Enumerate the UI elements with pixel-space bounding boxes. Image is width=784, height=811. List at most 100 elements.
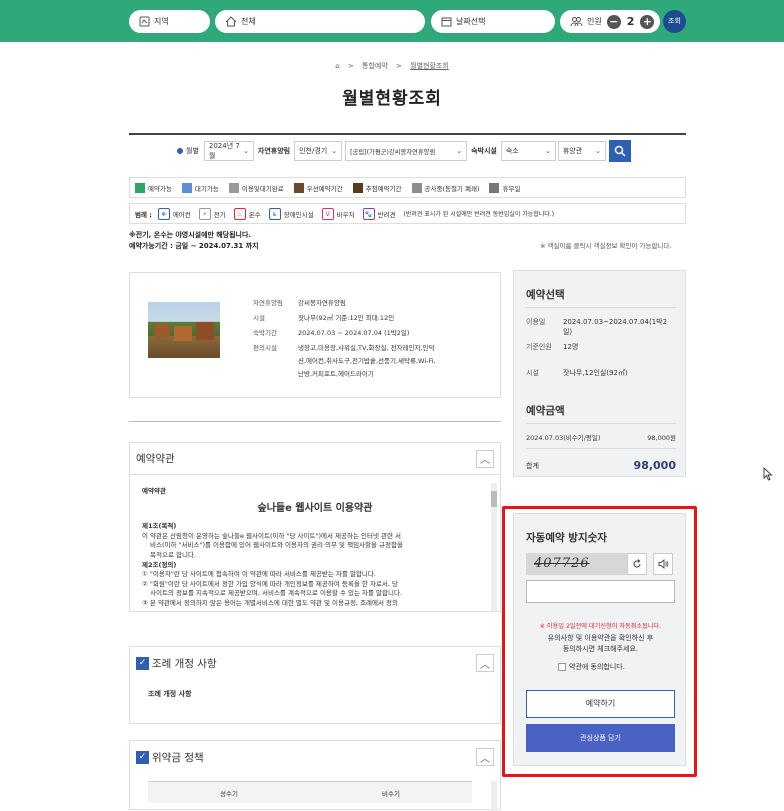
info-row: 자연휴양림 강씨봉자연휴양림 [253, 297, 503, 311]
subtype-select[interactable]: 휴양관 ⌄ [557, 141, 606, 161]
hot-water-icon: ♨ [233, 207, 246, 220]
summary-value: 잣나무,12인실(92㎡) [563, 369, 628, 377]
penalty-header[interactable]: ✓ 위약금 정책 ︿ [130, 741, 500, 773]
legend-item: 🐾 반려견 [362, 207, 396, 220]
summary-key: 기준인원 [526, 343, 552, 351]
forest-selector[interactable]: 전체 [215, 10, 425, 33]
minus-button[interactable]: − [606, 14, 621, 29]
info-value: 2024.07.03 ~ 2024.07.04 (1박2일) [298, 329, 410, 337]
month-select[interactable]: 2024년 7월 ⌄ [203, 141, 254, 161]
penalty-title: 위약금 정책 [152, 751, 204, 764]
info-key: 자연휴양림 [253, 299, 283, 307]
summary-key: 시설 [526, 369, 539, 377]
legend-title: 범례 : [135, 210, 152, 219]
date-selector[interactable]: 날짜선택 [431, 10, 555, 33]
divider [526, 448, 676, 449]
summary-row: 이용일 2024.07.03~2024.07.04(1박2일) [526, 317, 676, 337]
terms-line: ② "회원"이란 당 사이트에서 정한 가입 양식에 따라 개인정보를 제공하여… [142, 579, 399, 588]
pet-icon: 🐾 [362, 207, 375, 220]
status-swatch-icon [181, 182, 192, 193]
table-header-cell: 성수기 [220, 789, 238, 798]
summary-row: 기준인원 12명 [526, 342, 676, 352]
status-swatch-icon [135, 182, 145, 193]
legend-item: 예약가능 [135, 182, 172, 193]
legend-item: ⚡ 전기 [198, 207, 226, 220]
breadcrumb-item[interactable]: 통합예약 [362, 62, 388, 70]
home-icon[interactable]: ⌂ [335, 62, 339, 70]
legend-item: 대기가능 [181, 182, 219, 193]
monthly-radio[interactable]: 월별 [177, 146, 199, 156]
table-header-cell: 비수기 [382, 789, 400, 798]
summary-value: 2024.07.03~2024.07.04(1박2일) [562, 318, 668, 336]
chevron-up-icon[interactable]: ︿ [476, 748, 494, 766]
status-swatch-icon [293, 182, 304, 193]
type-select[interactable]: 숙소 ⌄ [500, 141, 556, 161]
terms-line: 이 약관은 산림청이 운영하는 숲나들e 웹사이트(이하 "당 사이트")에서 … [142, 531, 402, 540]
terms-header[interactable]: 예약약관 ︿ [130, 443, 500, 475]
divider [526, 423, 676, 424]
facility-photo [148, 302, 220, 358]
query-button[interactable]: 조회 [663, 10, 686, 33]
status-swatch-icon [411, 182, 422, 193]
aircon-icon: ❄ [157, 207, 170, 220]
checkbox-checked-icon[interactable]: ✓ [136, 750, 149, 764]
region-selector[interactable]: 지역 [129, 10, 210, 33]
legend-label: 대기가능 [194, 184, 219, 193]
scrollbar[interactable] [491, 483, 497, 611]
divider [129, 421, 501, 422]
breadcrumb-item[interactable]: 월별현황조회 [410, 62, 449, 70]
amount-title: 예약금액 [526, 405, 565, 417]
chevron-down-icon: ⌄ [331, 147, 338, 155]
legend-label: 공사중(동절기 폐쇄) [424, 184, 480, 193]
divider [129, 133, 686, 135]
terms-title: 예약약관 [136, 453, 175, 465]
info-row: 편의시설 냉장고,미용장,샤워실,TV,화장실, 전자레인지,인덕션,에어컨,취사… [253, 342, 503, 381]
total-row: 합계 98,000 [526, 459, 676, 472]
checkbox-checked-icon[interactable]: ✓ [136, 656, 149, 670]
booking-title: 예약선택 [526, 289, 565, 301]
legend-item: ❄ 에어컨 [157, 207, 191, 220]
chevron-up-icon[interactable]: ︿ [476, 654, 494, 672]
monthly-label: 월별 [186, 147, 199, 155]
legend-item: ♿ 장애인시설 [268, 207, 314, 220]
plus-button[interactable]: + [640, 14, 655, 29]
filter-row: 월별 2024년 7월 ⌄ 자연휴양림 인천/경기 ⌄ [공립](가평군)강씨봉자연… [129, 139, 686, 163]
terms-content: 예약약관 숲나들e 웹사이트 이용약관 제1조(목적) 이 약관은 산림청이 운… [142, 487, 488, 609]
legend-item: 휴무일 [489, 182, 520, 193]
scroll-thumb[interactable] [491, 491, 497, 507]
forest-select[interactable]: [공립](가평군)강씨봉자연휴양림 ⌄ [345, 141, 468, 161]
region-value: 인천/경기 [299, 147, 328, 155]
mouse-cursor-icon [763, 467, 773, 481]
room-info-note: ※ 객실이름 클릭시 객실정보 확인이 가능합니다. [540, 242, 672, 250]
amount-key: 2024.07.03(비수기/평일) [526, 434, 601, 442]
status-swatch-icon [489, 182, 500, 193]
people-label: 인원 [587, 17, 602, 26]
chevron-up-icon[interactable]: ︿ [476, 449, 494, 468]
info-value: 잣나무(92㎡ 기준:12인 최대:12인 [298, 314, 395, 322]
legend-label: 전기 [213, 210, 226, 219]
forest-label: 자연휴양림 [257, 147, 291, 155]
region-select[interactable]: 인천/경기 ⌄ [294, 141, 343, 161]
accessibility-icon: ♿ [268, 207, 281, 220]
forest-value: [공립](가평군)강씨봉자연휴양림 [350, 148, 436, 156]
all-label: 전체 [241, 17, 256, 26]
ordinance-header[interactable]: ✓ 조례 개정 사항 ︿ [130, 647, 500, 679]
legend-label: 추첨예약기간 [365, 184, 402, 193]
info-value: 냉장고,미용장,샤워실,TV,화장실, 전자레인지,인덕션,에어컨,취사도구,전… [298, 344, 436, 378]
ordinance-title: 조례 개정 사항 [152, 657, 217, 670]
legend-item: ♨ 온수 [233, 207, 261, 220]
note-highlight: 야영시설에만 [175, 231, 214, 239]
legend-item: 추첨예약기간 [352, 182, 402, 193]
map-icon [139, 16, 150, 27]
facility-label: 숙박시설 [471, 147, 497, 155]
status-swatch-icon [228, 182, 239, 193]
chevron-down-icon: ⌄ [243, 147, 249, 155]
status-legend: 예약가능 대기가능 이용및대기완료 우선예약기간 추첨예약기간 공사중(동절기 … [129, 177, 686, 198]
terms-line: 제1조(목적) [142, 522, 177, 531]
info-row: 시설 잣나무(92㎡ 기준:12인 최대:12인 [253, 312, 503, 326]
scrollbar[interactable] [491, 781, 497, 811]
legend-item: 이용및대기완료 [228, 182, 284, 193]
terms-line: ① "이용자"란 당 사이트에 접속하여 이 약관에 따라 서비스를 제공받는 … [142, 570, 376, 579]
amenity-legend: 범례 : ❄ 에어컨 ⚡ 전기 ♨ 온수 ♿ 장애인시설 V 바우처 🐾 반려견 (반려견 … [129, 203, 686, 224]
search-button[interactable] [608, 140, 631, 162]
